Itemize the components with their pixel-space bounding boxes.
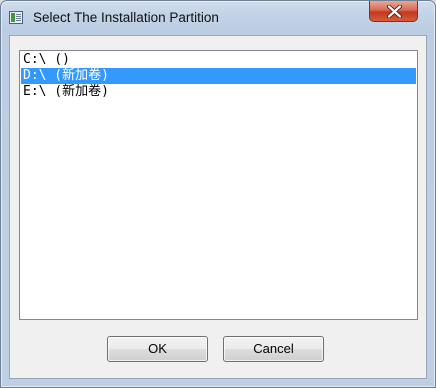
dialog-window: Select The Installation Partition C:\ ()…: [0, 0, 436, 388]
partition-item-c[interactable]: C:\ (): [21, 52, 416, 68]
title-bar[interactable]: Select The Installation Partition: [1, 1, 435, 35]
partition-item-e[interactable]: E:\ (新加卷): [21, 84, 416, 100]
partition-listbox[interactable]: C:\ () D:\ (新加卷) E:\ (新加卷): [19, 50, 418, 320]
ok-button[interactable]: OK: [107, 336, 208, 362]
dialog-client-area: C:\ () D:\ (新加卷) E:\ (新加卷) OK Cancel: [9, 35, 427, 379]
partition-item-d[interactable]: D:\ (新加卷): [21, 68, 416, 84]
close-button[interactable]: [369, 1, 418, 22]
close-x-icon: [387, 5, 402, 18]
window-title: Select The Installation Partition: [33, 10, 219, 25]
cancel-button[interactable]: Cancel: [223, 336, 324, 362]
application-icon: [9, 11, 23, 24]
